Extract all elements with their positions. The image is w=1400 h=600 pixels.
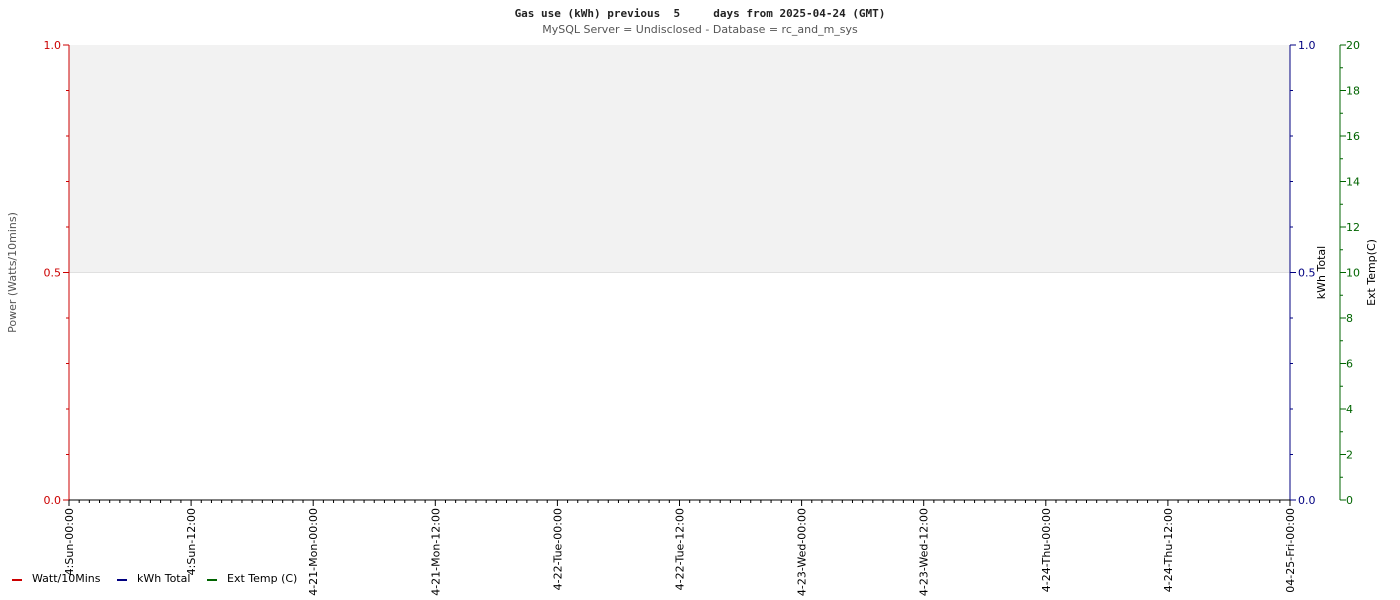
left-axis-tick-label: 1.0 [44,39,62,52]
chart: Gas use (kWh) previous 5 days from 2025-… [6,7,1378,596]
right-axis-temp-tick-label: 0 [1346,494,1353,507]
x-axis-tick-label: 4-21-Mon-12:00 [429,508,442,596]
x-axis-tick-label: 4-23-Wed-00:00 [796,508,809,596]
x-axis-tick-label: 04-25-Fri-00:00 [1284,508,1297,593]
left-axis-tick-label: 0.0 [44,494,62,507]
right-axis-kwh: 0.0 0.5 1.0 [1289,39,1316,507]
x-axis-tick-label: 4-22-Tue-00:00 [551,508,564,590]
legend-label: Ext Temp (C) [227,572,297,585]
right-axis-temp-tick-label: 8 [1346,312,1353,325]
right-axis-kwh-label: kWh Total [1315,246,1328,299]
right-axis-temp-tick-label: 6 [1346,358,1353,371]
right-axis-temp-tick-label: 10 [1346,267,1360,280]
left-axis-tick-label: 0.5 [44,267,62,280]
right-axis-kwh-tick-label: 1.0 [1298,39,1316,52]
legend: Watt/10Mins kWh Total Ext Temp (C) [12,572,297,585]
chart-subtitle: MySQL Server = Undisclosed - Database = … [542,23,858,36]
right-axis-temp-tick-label: 20 [1346,39,1360,52]
right-axis-kwh-tick-label: 0.5 [1298,267,1316,280]
right-axis-temp-tick-label: 14 [1346,176,1360,189]
left-axis: 0.0 0.5 1.0 [44,39,70,507]
legend-label: Watt/10Mins [32,572,101,585]
legend-label: kWh Total [137,572,190,585]
plot-upper-band [69,45,1290,273]
x-axis-tick-label: 4-23-Wed-12:00 [918,508,931,596]
x-axis-tick-label: 4-21-Mon-00:00 [307,508,320,596]
x-axis-tick-label: 4-24-Thu-12:00 [1162,508,1175,592]
right-axis-temp-label: Ext Temp(C) [1365,239,1378,306]
right-axis-temp: 0 2 4 6 8 10 12 14 16 18 20 [1339,39,1360,507]
right-axis-temp-tick-label: 2 [1346,449,1353,462]
right-axis-kwh-tick-label: 0.0 [1298,494,1316,507]
x-axis-tick-label: 4-22-Tue-12:00 [674,508,687,590]
chart-title: Gas use (kWh) previous 5 days from 2025-… [515,7,886,20]
right-axis-temp-tick-label: 16 [1346,130,1360,143]
right-axis-temp-tick-label: 12 [1346,221,1360,234]
x-axis-tick-label: 4:Sun-00:00 [63,508,76,575]
right-axis-temp-tick-label: 18 [1346,85,1360,98]
x-axis-tick-label: 4:Sun-12:00 [185,508,198,575]
right-axis-temp-tick-label: 4 [1346,403,1353,416]
left-axis-label: Power (Watts/10mins) [6,212,19,333]
x-axis-tick-label: 4-24-Thu-00:00 [1040,508,1053,592]
